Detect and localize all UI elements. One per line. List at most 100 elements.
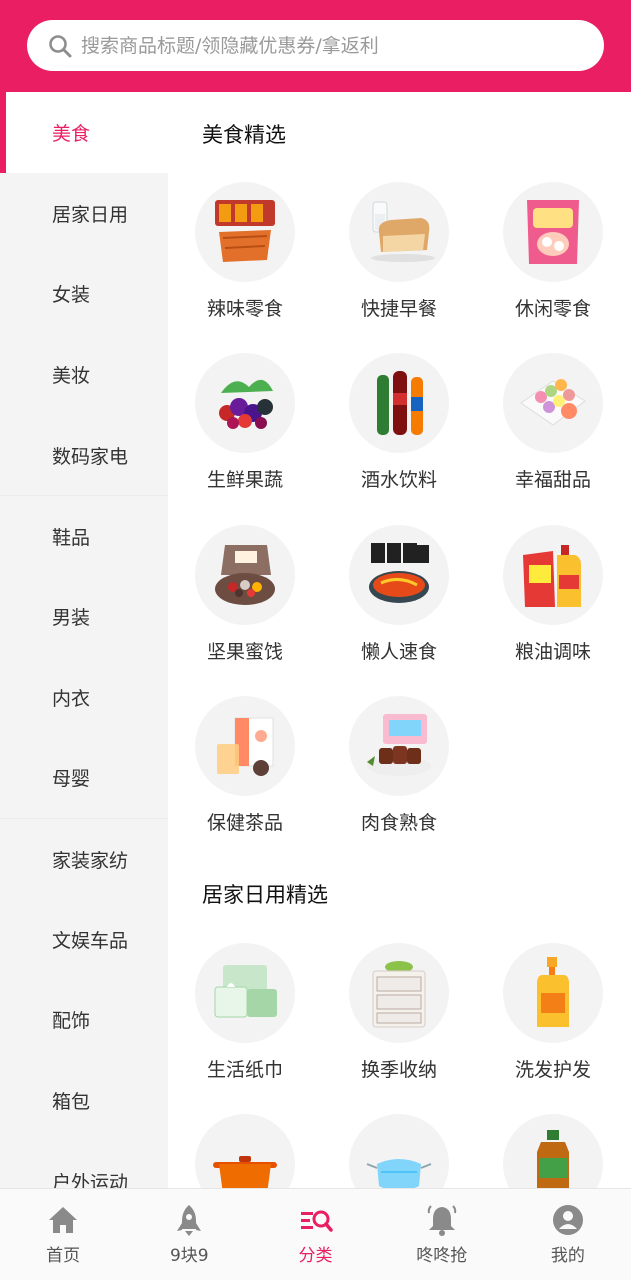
category-search-icon <box>300 1210 333 1232</box>
tab-label: 咚咚抢 <box>416 1246 468 1266</box>
category-grain-oil[interactable]: 粮油调味 <box>483 525 623 664</box>
instant-food-image <box>349 525 449 625</box>
spicy-snacks-image <box>195 182 295 282</box>
top-header <box>0 0 631 92</box>
category-health-tea[interactable]: 保健茶品 <box>175 696 315 835</box>
sidebar-item-label: 居家日用 <box>52 203 129 226</box>
nuts-dried-fruit-image <box>195 525 295 625</box>
sidebar-item-mens[interactable]: 男装 <box>0 576 168 657</box>
category-cookware[interactable] <box>175 1114 315 1188</box>
category-masks[interactable] <box>329 1114 469 1188</box>
sidebar-item-label: 女装 <box>52 284 91 307</box>
sidebar-item-label: 鞋品 <box>52 526 91 549</box>
tab-label: 首页 <box>46 1246 81 1266</box>
masks-image <box>349 1114 449 1188</box>
tab-label: 9块9 <box>169 1246 209 1266</box>
storage-image <box>349 943 449 1043</box>
user-icon <box>552 1205 583 1235</box>
category-label: 懒人速食 <box>360 641 437 663</box>
grain-oil-image <box>503 525 603 625</box>
desserts-image <box>503 353 603 453</box>
category-label: 换季收纳 <box>360 1059 437 1081</box>
category-label: 生活纸巾 <box>206 1059 283 1081</box>
leisure-snacks-image <box>503 182 603 282</box>
category-storage[interactable]: 换季收纳 <box>329 943 469 1082</box>
search-input[interactable] <box>81 34 581 57</box>
category-label: 休闲零食 <box>514 298 591 320</box>
category-fresh-produce[interactable]: 生鲜果蔬 <box>175 353 315 492</box>
bell-icon <box>427 1205 456 1236</box>
sidebar-item-accessories[interactable]: 配饰 <box>0 980 168 1061</box>
sidebar-item-furnishing[interactable]: 家装家纺 <box>0 818 168 899</box>
rocket-icon <box>177 1205 202 1236</box>
sidebar-item-bags[interactable]: 箱包 <box>0 1060 168 1141</box>
category-drinks[interactable]: 酒水饮料 <box>329 353 469 492</box>
cooked-meat-image <box>349 696 449 796</box>
category-content: 美食精选 辣味零食 快捷早餐 休闲零食 生鲜果蔬 酒水饮料 幸福甜品 坚果蜜饯 … <box>168 92 631 1188</box>
category-label: 快捷早餐 <box>360 298 437 320</box>
category-label: 坚果蜜饯 <box>206 641 283 663</box>
category-label: 保健茶品 <box>206 812 283 834</box>
hair-care-image <box>503 943 603 1043</box>
bottom-tab-bar: 首页 9块9 分类 咚咚抢 我的 <box>0 1188 631 1280</box>
category-cooked-meat[interactable]: 肉食熟食 <box>329 696 469 835</box>
fresh-produce-image <box>195 353 295 453</box>
tab-home[interactable]: 首页 <box>0 1189 126 1280</box>
home-icon <box>49 1207 78 1233</box>
category-label: 辣味零食 <box>206 298 283 320</box>
category-label: 幸福甜品 <box>514 469 591 491</box>
tab-flash-sale[interactable]: 咚咚抢 <box>379 1189 505 1280</box>
sidebar-item-label: 美食 <box>52 122 91 145</box>
category-hair-care[interactable]: 洗发护发 <box>483 943 623 1082</box>
tissues-image <box>195 943 295 1043</box>
sidebar-item-underwear[interactable]: 内衣 <box>0 657 168 738</box>
sidebar-item-digital[interactable]: 数码家电 <box>0 415 168 496</box>
sidebar-item-label: 户外运动 <box>52 1171 129 1188</box>
drinks-image <box>349 353 449 453</box>
sidebar-item-label: 数码家电 <box>52 445 129 468</box>
category-sidebar: 美食 居家日用 女装 美妆 数码家电 鞋品 男装 内衣 母婴 家装家纺 文娱车品… <box>0 92 168 1188</box>
category-instant-food[interactable]: 懒人速食 <box>329 525 469 664</box>
sidebar-item-baby[interactable]: 母婴 <box>0 738 168 819</box>
category-disinfectant[interactable] <box>483 1114 623 1188</box>
sidebar-item-food[interactable]: 美食 <box>0 92 168 173</box>
sidebar-item-entertainment[interactable]: 文娱车品 <box>0 899 168 980</box>
health-tea-image <box>195 696 295 796</box>
sidebar-item-label: 文娱车品 <box>52 929 129 952</box>
section-title: 美食精选 <box>202 123 286 147</box>
sidebar-item-label: 配饰 <box>52 1010 91 1033</box>
tab-nine-nine[interactable]: 9块9 <box>126 1189 252 1280</box>
category-label: 生鲜果蔬 <box>206 469 283 491</box>
category-label: 粮油调味 <box>514 641 591 663</box>
category-label: 肉食熟食 <box>360 812 437 834</box>
tab-me[interactable]: 我的 <box>505 1189 631 1280</box>
sidebar-item-label: 箱包 <box>52 1091 91 1114</box>
sidebar-item-label: 男装 <box>52 606 91 629</box>
search-icon <box>49 34 72 57</box>
quick-breakfast-image <box>349 182 449 282</box>
search-bar[interactable] <box>27 20 604 71</box>
sidebar-item-shoes[interactable]: 鞋品 <box>0 495 168 576</box>
tab-label: 分类 <box>298 1246 333 1266</box>
category-leisure-snacks[interactable]: 休闲零食 <box>483 182 623 321</box>
category-quick-breakfast[interactable]: 快捷早餐 <box>329 182 469 321</box>
sidebar-item-label: 母婴 <box>52 768 91 791</box>
category-desserts[interactable]: 幸福甜品 <box>483 353 623 492</box>
section-title: 居家日用精选 <box>202 883 328 907</box>
tab-category[interactable]: 分类 <box>252 1189 378 1280</box>
sidebar-item-beauty[interactable]: 美妆 <box>0 334 168 415</box>
category-tissues[interactable]: 生活纸巾 <box>175 943 315 1082</box>
sidebar-item-outdoor[interactable]: 户外运动 <box>0 1141 168 1188</box>
sidebar-item-label: 内衣 <box>52 687 91 710</box>
cookware-image <box>195 1114 295 1188</box>
sidebar-item-label: 家装家纺 <box>52 849 129 872</box>
sidebar-item-home[interactable]: 居家日用 <box>0 173 168 254</box>
category-label: 酒水饮料 <box>360 469 437 491</box>
category-label: 洗发护发 <box>514 1059 591 1081</box>
sidebar-item-label: 美妆 <box>52 364 91 387</box>
tab-label: 我的 <box>550 1246 585 1266</box>
sidebar-item-womens[interactable]: 女装 <box>0 253 168 334</box>
category-nuts-dried-fruit[interactable]: 坚果蜜饯 <box>175 525 315 664</box>
category-spicy-snacks[interactable]: 辣味零食 <box>175 182 315 321</box>
disinfectant-image <box>503 1114 603 1188</box>
